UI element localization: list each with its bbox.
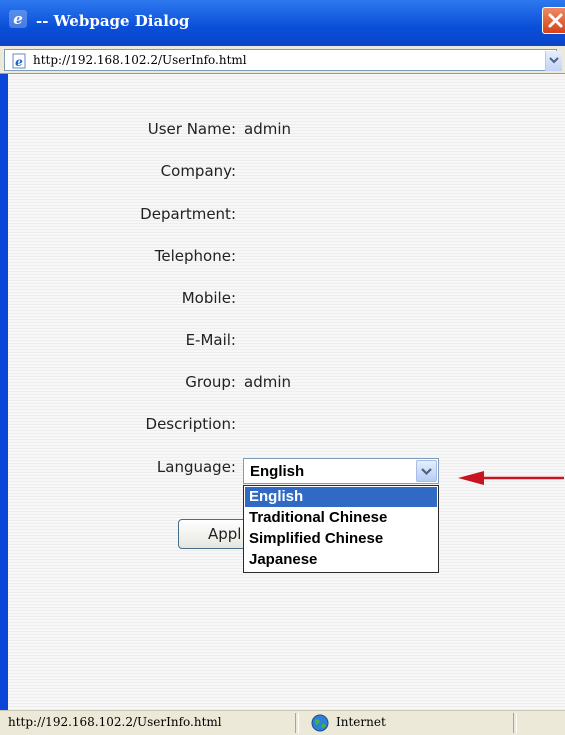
address-url: http://192.168.102.2/UserInfo.html (33, 53, 247, 67)
group-value: admin (244, 373, 291, 391)
department-label: Department: (140, 205, 236, 223)
webpage-dialog-window: e -- Webpage Dialog e http://192.168.102… (0, 0, 565, 735)
email-label: E-Mail: (185, 331, 236, 349)
title-bar: e -- Webpage Dialog (0, 0, 565, 46)
group-label: Group: (185, 373, 236, 391)
user-name-value: admin (244, 120, 291, 138)
language-dropdown-button[interactable] (416, 460, 437, 482)
description-label: Description: (145, 415, 236, 433)
status-bar: http://192.168.102.2/UserInfo.html Inter… (0, 710, 565, 735)
dialog-title: -- Webpage Dialog (36, 12, 190, 30)
globe-icon (311, 714, 329, 732)
language-select[interactable]: English (243, 458, 439, 484)
arrow-left-icon (458, 471, 564, 485)
status-divider (513, 713, 517, 733)
chevron-down-icon (549, 57, 559, 64)
dialog-content: User Name: admin Company: Department: Te… (8, 74, 565, 710)
close-icon (548, 13, 563, 28)
page-icon: e (12, 53, 26, 69)
language-option-japanese[interactable]: Japanese (245, 550, 437, 570)
ie-icon: e (9, 10, 27, 28)
mobile-label: Mobile: (181, 289, 236, 307)
address-bar: e http://192.168.102.2/UserInfo.html (0, 46, 565, 74)
svg-text:e: e (15, 55, 23, 69)
security-zone: Internet (336, 715, 386, 729)
company-label: Company: (160, 162, 236, 180)
status-divider (295, 713, 299, 733)
address-field[interactable]: e http://192.168.102.2/UserInfo.html (4, 49, 562, 71)
telephone-label: Telephone: (154, 247, 236, 265)
language-label: Language: (156, 458, 236, 476)
language-option-english[interactable]: English (245, 487, 437, 507)
address-dropdown-button[interactable] (545, 51, 562, 71)
language-selected-value: English (250, 463, 305, 480)
svg-text:e: e (13, 10, 23, 28)
language-option-simplified-chinese[interactable]: Simplified Chinese (245, 529, 437, 549)
user-name-label: User Name: (147, 120, 236, 138)
status-url: http://192.168.102.2/UserInfo.html (8, 715, 222, 729)
close-button[interactable] (542, 7, 565, 34)
language-dropdown-list: English Traditional Chinese Simplified C… (243, 485, 439, 573)
chevron-down-icon (421, 468, 432, 476)
language-option-traditional-chinese[interactable]: Traditional Chinese (245, 508, 437, 528)
